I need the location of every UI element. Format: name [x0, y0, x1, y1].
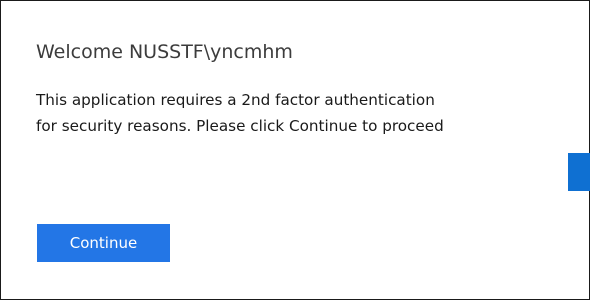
welcome-title: Welcome NUSSTF\yncmhm [36, 41, 293, 63]
auth-message-line-2: for security reasons. Please click Conti… [36, 117, 444, 135]
authentication-dialog: Welcome NUSSTF\yncmhm This application r… [0, 0, 590, 300]
continue-button[interactable]: Continue [37, 224, 170, 262]
auth-message-line-1: This application requires a 2nd factor a… [36, 91, 435, 109]
side-button-edge[interactable] [568, 153, 590, 191]
auth-message: This application requires a 2nd factor a… [36, 87, 536, 139]
